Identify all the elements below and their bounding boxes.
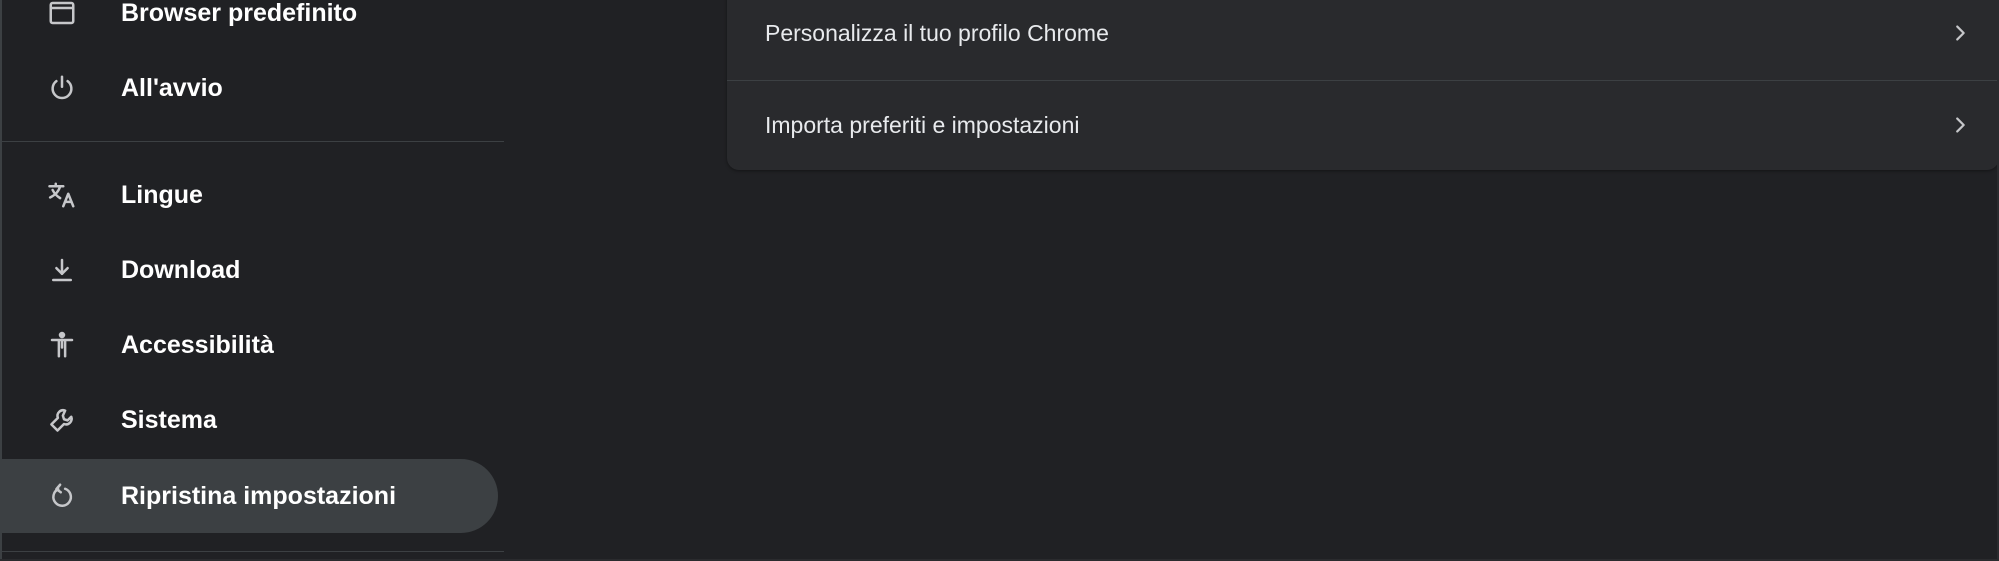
chevron-right-icon <box>1949 22 1971 44</box>
wrench-icon <box>46 404 78 436</box>
sidebar-item-reset-settings[interactable]: Ripristina impostazioni <box>2 459 498 533</box>
import-bookmarks-settings-row[interactable]: Importa preferiti e impostazioni <box>727 80 1999 170</box>
sidebar-item-default-browser[interactable]: Browser predefinito <box>2 0 498 50</box>
customize-chrome-profile-row[interactable]: Personalizza il tuo profilo Chrome <box>727 0 1999 78</box>
sidebar-item-label: Browser predefinito <box>121 0 358 27</box>
sidebar-item-label: All'avvio <box>121 73 223 102</box>
sidebar-item-downloads[interactable]: Download <box>2 233 498 307</box>
settings-sidebar: Browser predefinito All'avvio Lingue Dow… <box>0 0 505 561</box>
sidebar-item-on-startup[interactable]: All'avvio <box>2 51 498 125</box>
browser-window-icon <box>46 0 78 29</box>
accessibility-icon <box>46 329 78 361</box>
translate-icon <box>46 179 78 211</box>
settings-window: Browser predefinito All'avvio Lingue Dow… <box>0 0 1999 561</box>
sidebar-item-system[interactable]: Sistema <box>2 383 498 457</box>
reset-icon <box>46 480 78 512</box>
sidebar-item-label: Download <box>121 255 241 284</box>
row-label: Personalizza il tuo profilo Chrome <box>765 19 1109 46</box>
row-label: Importa preferiti e impostazioni <box>765 111 1080 138</box>
sidebar-item-accessibility[interactable]: Accessibilità <box>2 308 498 382</box>
sidebar-item-label: Lingue <box>121 180 203 209</box>
sidebar-item-languages[interactable]: Lingue <box>2 158 498 232</box>
sidebar-item-label: Sistema <box>121 405 217 434</box>
power-icon <box>46 72 78 104</box>
sidebar-divider <box>2 551 504 552</box>
sidebar-divider <box>2 141 504 142</box>
sidebar-item-label: Accessibilità <box>121 330 274 359</box>
settings-card: Personalizza il tuo profilo Chrome Impor… <box>727 0 1999 170</box>
chevron-right-icon <box>1949 114 1971 136</box>
sidebar-item-label: Ripristina impostazioni <box>121 481 397 510</box>
download-icon <box>46 254 78 286</box>
